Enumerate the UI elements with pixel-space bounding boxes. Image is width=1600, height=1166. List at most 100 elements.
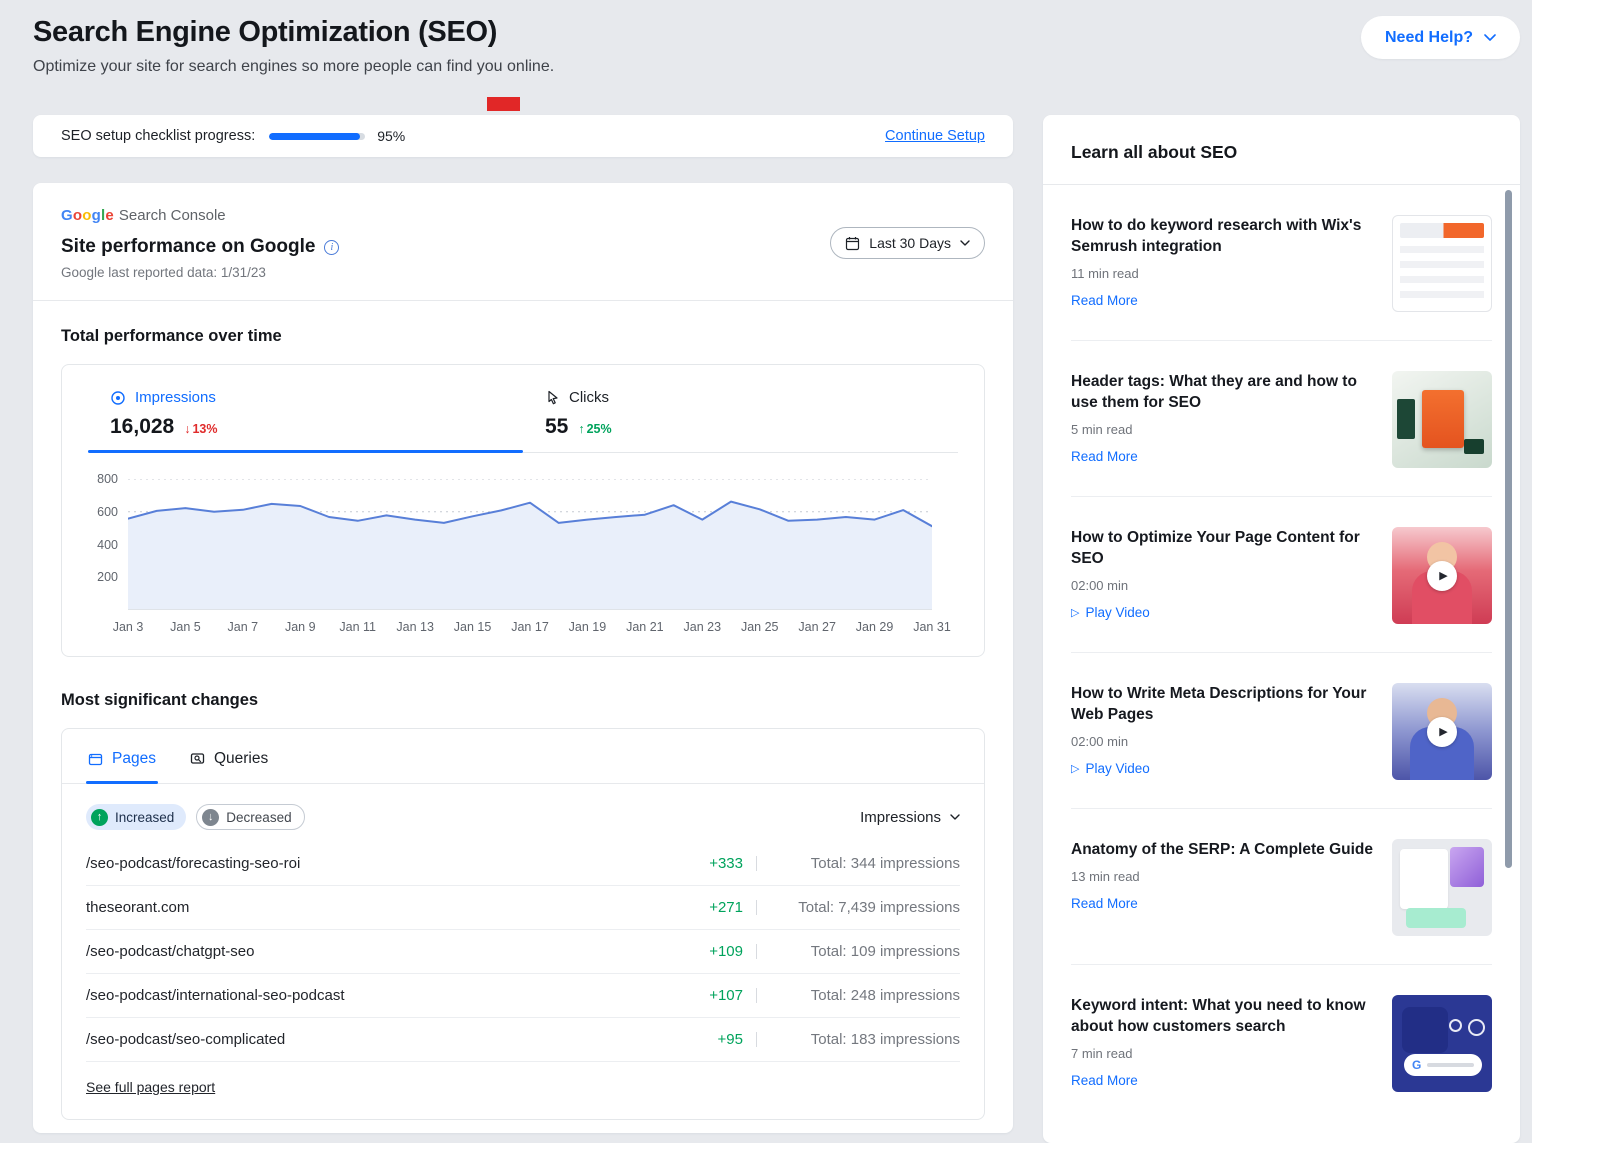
sidebar-scrollbar[interactable]: [1505, 190, 1512, 868]
article-action-link[interactable]: Read More: [1071, 449, 1138, 464]
changes-filters: ↑ Increased ↓ Decreased Impressions: [62, 784, 984, 842]
calendar-icon: [845, 236, 860, 251]
article-action-link[interactable]: ▷Play Video: [1071, 761, 1150, 776]
page-subtitle: Optimize your site for search engines so…: [33, 58, 1520, 76]
article-thumbnail[interactable]: [1392, 371, 1492, 468]
filter-increased[interactable]: ↑ Increased: [86, 804, 186, 830]
article-card: How to do keyword research with Wix's Se…: [1071, 185, 1492, 341]
x-axis-label: Jan 5: [170, 620, 201, 634]
need-help-button[interactable]: Need Help?: [1361, 16, 1520, 59]
chevron-down-icon: [950, 814, 960, 820]
down-arrow-icon: ↓: [184, 422, 190, 436]
progress-bar: [269, 133, 365, 140]
performance-chart-card: Impressions 16,028 ↓13% Clicks: [61, 364, 985, 657]
x-axis-label: Jan 23: [684, 620, 722, 634]
article-thumbnail[interactable]: G: [1392, 995, 1492, 1092]
article-meta: 13 min read: [1071, 869, 1376, 884]
article-meta: 02:00 min: [1071, 734, 1376, 749]
progress-fill: [269, 133, 360, 140]
x-axis-label: Jan 15: [454, 620, 492, 634]
article-title: Anatomy of the SERP: A Complete Guide: [1071, 839, 1376, 860]
clicks-cursor-icon: [545, 390, 560, 405]
tab-queries[interactable]: Queries: [188, 729, 270, 783]
clicks-metric-tab[interactable]: Clicks 55 ↑25%: [523, 365, 958, 453]
sort-label: Impressions: [860, 809, 941, 826]
x-axis-label: Jan 19: [569, 620, 607, 634]
row-divider: [756, 1032, 757, 1047]
google-logo-letter: o: [82, 207, 91, 224]
filter-decreased-label: Decreased: [226, 810, 291, 825]
table-row[interactable]: /seo-podcast/chatgpt-seo+109Total: 109 i…: [86, 930, 960, 974]
article-thumbnail[interactable]: ▶: [1392, 683, 1492, 780]
impressions-metric-tab[interactable]: Impressions 16,028 ↓13%: [88, 365, 523, 453]
search-console-label: Search Console: [119, 207, 226, 224]
x-axis-label: Jan 31: [913, 620, 951, 634]
decrease-icon: ↓: [202, 809, 219, 826]
article-meta: 7 min read: [1071, 1046, 1376, 1061]
row-divider: [756, 856, 757, 871]
progress-percent: 95%: [377, 128, 405, 144]
section-title-performance: Total performance over time: [61, 327, 985, 346]
date-range-selector[interactable]: Last 30 Days: [830, 227, 985, 259]
app-canvas: Search Engine Optimization (SEO) Optimiz…: [0, 0, 1532, 1143]
changes-rows: /seo-podcast/forecasting-seo-roi+333Tota…: [62, 842, 984, 1062]
full-report-link[interactable]: See full pages report: [86, 1079, 215, 1095]
row-total-impressions: Total: 248 impressions: [770, 987, 960, 1004]
article-action-label: Play Video: [1085, 761, 1149, 776]
impressions-icon: [110, 390, 126, 406]
article-thumbnail[interactable]: [1392, 839, 1492, 936]
chart-y-axis: 200400600800: [62, 479, 128, 610]
y-axis-label: 800: [97, 472, 118, 486]
significant-changes-card: Pages Queries ↑ Increased ↓: [61, 728, 985, 1120]
change-delta: +109: [689, 943, 743, 960]
row-total-impressions: Total: 7,439 impressions: [770, 899, 960, 916]
performance-header: Google Search Console Site performance o…: [33, 183, 1013, 300]
info-icon[interactable]: i: [324, 240, 339, 255]
table-row[interactable]: /seo-podcast/seo-complicated+95Total: 18…: [86, 1018, 960, 1062]
row-divider: [756, 988, 757, 1003]
table-row[interactable]: /seo-podcast/forecasting-seo-roi+333Tota…: [86, 842, 960, 886]
article-action-link[interactable]: Read More: [1071, 896, 1138, 911]
x-axis-label: Jan 29: [856, 620, 894, 634]
page-path: theseorant.com: [86, 899, 689, 916]
tab-pages[interactable]: Pages: [86, 729, 158, 783]
x-axis-label: Jan 25: [741, 620, 779, 634]
change-delta: +95: [689, 1031, 743, 1048]
filter-decreased[interactable]: ↓ Decreased: [196, 804, 304, 830]
page-path: /seo-podcast/seo-complicated: [86, 1031, 689, 1048]
continue-setup-link[interactable]: Continue Setup: [885, 128, 985, 144]
google-logo-letter: G: [61, 207, 73, 224]
card-title: Site performance on Google: [61, 236, 315, 258]
table-row[interactable]: /seo-podcast/international-seo-podcast+1…: [86, 974, 960, 1018]
article-thumbnail[interactable]: [1392, 215, 1492, 312]
up-arrow-icon: ↑: [578, 422, 584, 436]
article-action-label: Read More: [1071, 293, 1138, 308]
page-path: /seo-podcast/forecasting-seo-roi: [86, 855, 689, 872]
y-axis-label: 400: [97, 538, 118, 552]
article-title: How to Optimize Your Page Content for SE…: [1071, 527, 1376, 569]
table-row[interactable]: theseorant.com+271Total: 7,439 impressio…: [86, 886, 960, 930]
play-outline-icon: ▷: [1071, 606, 1079, 619]
increase-icon: ↑: [91, 809, 108, 826]
chevron-down-icon: [1484, 34, 1496, 41]
article-title: How to do keyword research with Wix's Se…: [1071, 215, 1376, 257]
article-action-link[interactable]: Read More: [1071, 1073, 1138, 1088]
article-action-label: Read More: [1071, 1073, 1138, 1088]
x-axis-label: Jan 7: [228, 620, 259, 634]
clicks-delta: ↑25%: [578, 422, 611, 436]
row-total-impressions: Total: 109 impressions: [770, 943, 960, 960]
sidebar-title: Learn all about SEO: [1043, 115, 1520, 184]
row-divider: [756, 944, 757, 959]
x-axis-label: Jan 27: [798, 620, 836, 634]
impressions-delta: ↓13%: [184, 422, 217, 436]
article-thumbnail[interactable]: ▶: [1392, 527, 1492, 624]
tab-pages-label: Pages: [112, 750, 156, 768]
filter-increased-label: Increased: [115, 810, 174, 825]
site-performance-card: Google Search Console Site performance o…: [33, 183, 1013, 1133]
sort-dropdown[interactable]: Impressions: [860, 809, 960, 826]
article-action-link[interactable]: ▷Play Video: [1071, 605, 1150, 620]
article-title: How to Write Meta Descriptions for Your …: [1071, 683, 1376, 725]
article-title: Header tags: What they are and how to us…: [1071, 371, 1376, 413]
article-action-link[interactable]: Read More: [1071, 293, 1138, 308]
google-logo-letter: o: [73, 207, 82, 224]
